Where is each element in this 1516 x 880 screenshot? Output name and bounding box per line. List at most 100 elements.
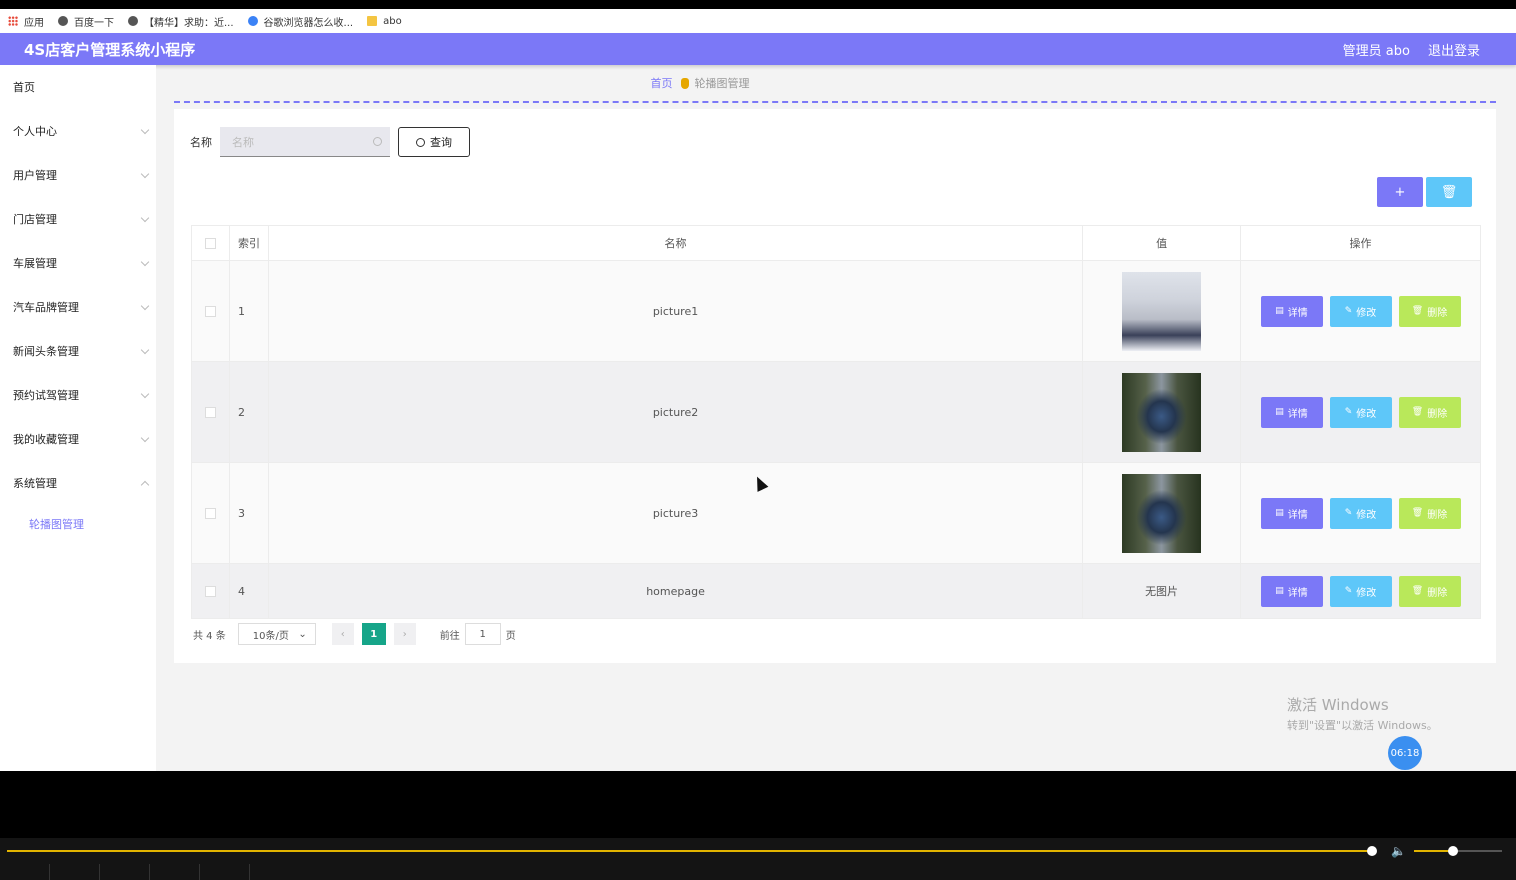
trash-icon: 🗑 xyxy=(1411,306,1424,316)
sidebar-item-label: 预约试驾管理 xyxy=(13,389,79,402)
player-control[interactable] xyxy=(150,864,200,880)
hand-icon xyxy=(680,77,689,89)
progress-knob[interactable] xyxy=(1367,846,1377,856)
document-icon: ▤ xyxy=(1275,407,1284,417)
search-bar: 名称 名称 查询 xyxy=(190,127,470,157)
table-row: 4 homepage 无图片 ▤ 详情 ✎ 修改 🗑 删除 xyxy=(191,563,1481,619)
search-label: 名称 xyxy=(190,136,212,149)
chevron-down-icon xyxy=(140,257,150,266)
prev-page-button[interactable]: ‹ xyxy=(331,623,354,645)
page-unit-label: 页 xyxy=(505,630,516,642)
sidebar-item-brands[interactable]: 汽车品牌管理 xyxy=(0,285,156,329)
select-all-checkbox[interactable] xyxy=(204,237,216,249)
row-checkbox[interactable] xyxy=(204,507,216,519)
edit-button[interactable]: ✎ 修改 xyxy=(1329,575,1392,607)
delete-button[interactable]: 🗑 删除 xyxy=(1398,295,1461,327)
search-input[interactable]: 名称 xyxy=(220,127,390,157)
bookmark-baidu[interactable]: 百度一下 xyxy=(58,14,114,29)
sidebar-item-stores[interactable]: 门店管理 xyxy=(0,197,156,241)
delete-label: 删除 xyxy=(1427,307,1448,319)
search-icon xyxy=(373,137,382,146)
document-icon: ▤ xyxy=(1275,508,1284,518)
detail-label: 详情 xyxy=(1287,408,1308,420)
select-all-cell[interactable] xyxy=(191,225,230,261)
delete-button[interactable]: 🗑 删除 xyxy=(1398,497,1461,529)
player-controls xyxy=(0,864,250,880)
row-checkbox[interactable] xyxy=(204,585,216,597)
chevron-down-icon xyxy=(140,301,150,310)
goto-label: 前往 xyxy=(439,630,460,642)
sidebar-item-profile[interactable]: 个人中心 xyxy=(0,109,156,153)
goto-page-input[interactable]: 1 xyxy=(464,623,501,645)
query-button-label: 查询 xyxy=(430,136,452,149)
bookmark-chrome[interactable]: 谷歌浏览器怎么收... xyxy=(247,14,353,29)
detail-button[interactable]: ▤ 详情 xyxy=(1260,575,1323,607)
sidebar-item-system[interactable]: 系统管理 xyxy=(0,461,156,505)
sidebar-item-label: 首页 xyxy=(13,81,35,94)
sidebar-item-carshows[interactable]: 车展管理 xyxy=(0,241,156,285)
breadcrumb-home[interactable]: 首页 xyxy=(651,75,673,91)
edit-label: 修改 xyxy=(1356,307,1377,319)
query-button[interactable]: 查询 xyxy=(398,127,470,157)
table-row: 1 picture1 ▤ 详情 ✎ 修改 🗑 删除 xyxy=(191,260,1481,362)
batch-delete-button[interactable]: 🗑 xyxy=(1426,177,1472,207)
row-checkbox[interactable] xyxy=(204,305,216,317)
globe-icon xyxy=(128,16,138,26)
row-name: picture3 xyxy=(267,462,1084,564)
search-placeholder: 名称 xyxy=(232,135,254,149)
progress-bar[interactable] xyxy=(7,850,1373,852)
edit-button[interactable]: ✎ 修改 xyxy=(1329,497,1392,529)
header-index: 索引 xyxy=(228,225,269,261)
page-size-select[interactable]: 10条/页 ⌄ xyxy=(237,623,316,645)
next-page-button[interactable]: › xyxy=(393,623,416,645)
player-control[interactable] xyxy=(0,864,50,880)
bookmark-help[interactable]: 【精华】求助：近... xyxy=(128,14,234,29)
edit-button[interactable]: ✎ 修改 xyxy=(1329,396,1392,428)
search-icon xyxy=(416,137,425,147)
sidebar-subitem-carousel[interactable]: 轮播图管理 xyxy=(0,505,156,543)
thumbnail-image xyxy=(1122,473,1202,553)
sidebar-item-label: 新闻头条管理 xyxy=(13,345,79,358)
sidebar-item-label: 门店管理 xyxy=(13,213,57,226)
chevron-down-icon xyxy=(140,169,150,178)
breadcrumb: 首页 轮播图管理 xyxy=(174,65,1496,103)
row-checkbox[interactable] xyxy=(204,406,216,418)
delete-label: 删除 xyxy=(1427,408,1448,420)
sidebar-item-users[interactable]: 用户管理 xyxy=(0,153,156,197)
pagination: 共 4 条 10条/页 ⌄ ‹ 1 › 前往 1 页 xyxy=(193,623,516,645)
sidebar-item-label: 车展管理 xyxy=(13,257,57,270)
sidebar-item-home[interactable]: 首页 xyxy=(0,65,156,109)
header-name: 名称 xyxy=(267,225,1084,261)
volume-knob[interactable] xyxy=(1448,846,1458,856)
chevron-down-icon: ⌄ xyxy=(298,628,307,640)
player-control[interactable] xyxy=(200,864,250,880)
sidebar-item-testdrive[interactable]: 预约试驾管理 xyxy=(0,373,156,417)
chevron-down-icon xyxy=(140,125,150,134)
table-row: 3 picture3 ▤ 详情 ✎ 修改 🗑 删除 xyxy=(191,462,1481,564)
add-button[interactable]: + xyxy=(1377,177,1423,207)
sidebar-item-favorites[interactable]: 我的收藏管理 xyxy=(0,417,156,461)
edit-button[interactable]: ✎ 修改 xyxy=(1329,295,1392,327)
player-control[interactable] xyxy=(50,864,100,880)
chevron-down-icon xyxy=(140,433,150,442)
detail-button[interactable]: ▤ 详情 xyxy=(1260,396,1323,428)
delete-button[interactable]: 🗑 删除 xyxy=(1398,575,1461,607)
detail-button[interactable]: ▤ 详情 xyxy=(1260,295,1323,327)
detail-button[interactable]: ▤ 详情 xyxy=(1260,497,1323,529)
player-control[interactable] xyxy=(100,864,150,880)
volume-bar-track[interactable] xyxy=(1454,850,1502,852)
bookmark-apps[interactable]: 应用 xyxy=(8,14,44,29)
thumbnail-image xyxy=(1122,372,1202,452)
delete-button[interactable]: 🗑 删除 xyxy=(1398,396,1461,428)
bookmark-label: 应用 xyxy=(24,17,44,29)
volume-icon[interactable]: 🔈 xyxy=(1391,844,1406,858)
row-name: picture2 xyxy=(267,361,1084,463)
bookmark-label: 【精华】求助：近... xyxy=(144,17,234,29)
bookmark-abo[interactable]: abo xyxy=(367,16,402,27)
user-name[interactable]: 管理员 abo xyxy=(1343,40,1410,59)
edit-label: 修改 xyxy=(1356,587,1377,599)
page-number-button[interactable]: 1 xyxy=(361,623,386,645)
page-size-value: 10条/页 xyxy=(252,630,289,642)
sidebar-item-news[interactable]: 新闻头条管理 xyxy=(0,329,156,373)
logout-link[interactable]: 退出登录 xyxy=(1428,40,1480,59)
